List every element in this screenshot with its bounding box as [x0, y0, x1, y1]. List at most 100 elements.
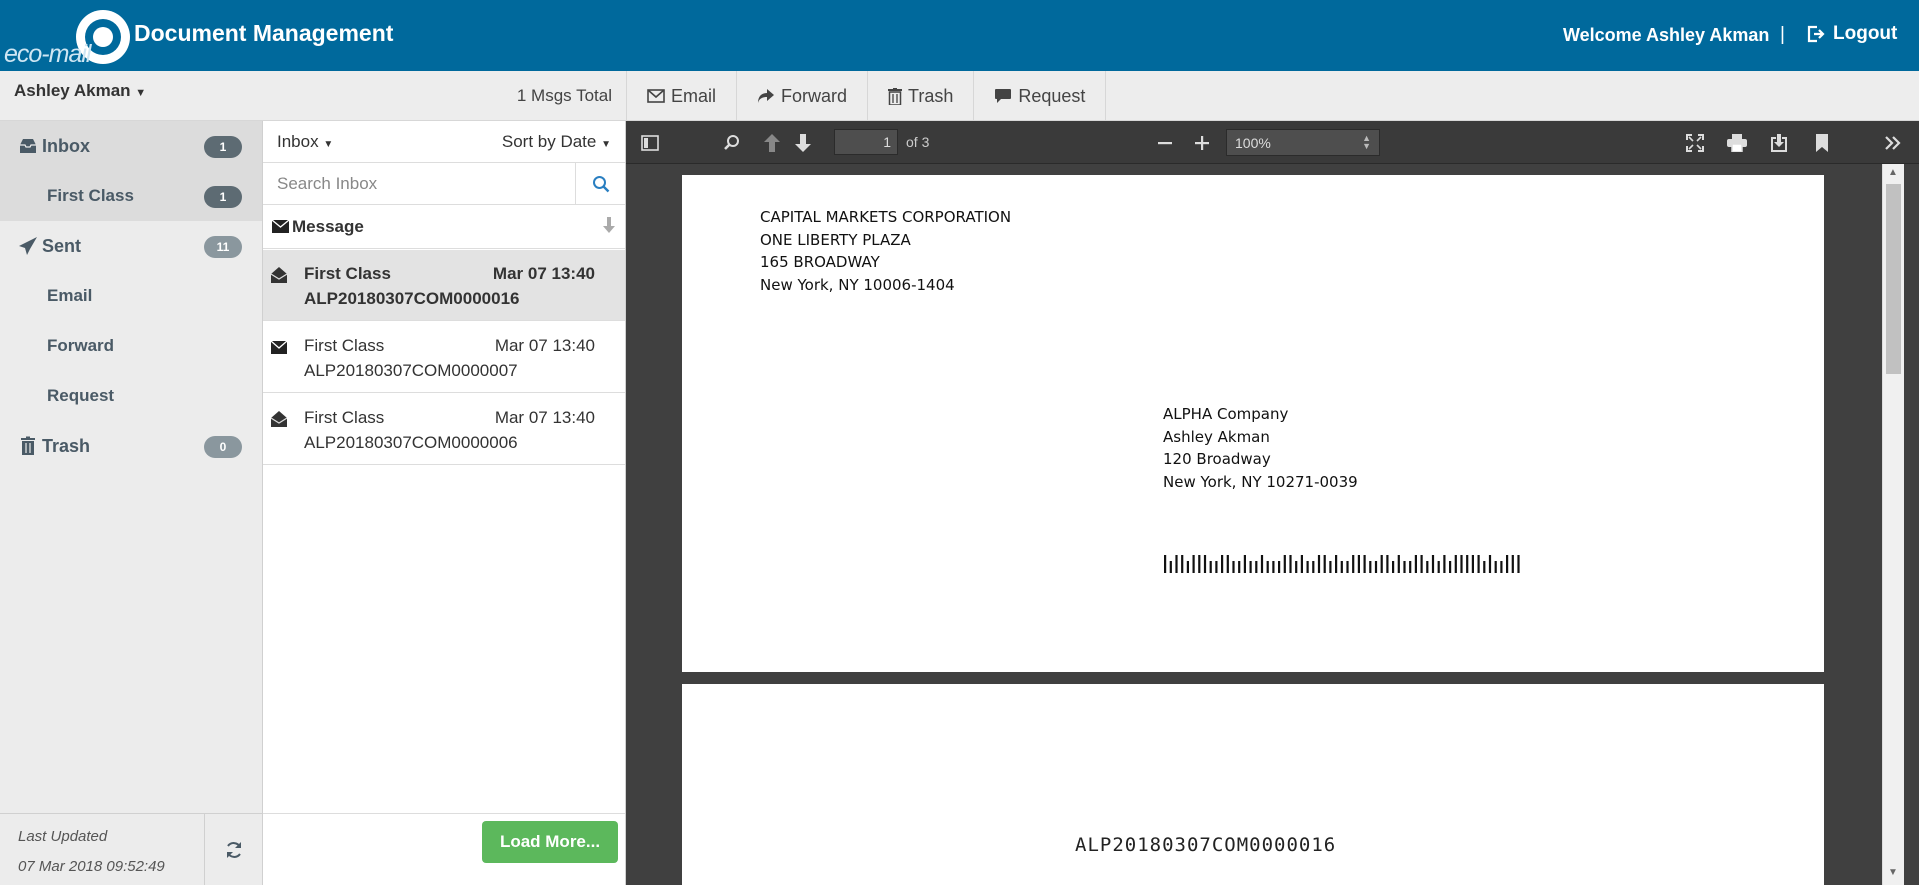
header-separator: | [1780, 24, 1785, 45]
search-button[interactable] [576, 163, 625, 204]
action-bar: Ashley Akman ▼ 1 Msgs Total Email Forwar… [0, 71, 1919, 121]
zoom-select[interactable]: 100% ▲ ▼ [1226, 129, 1380, 156]
tools-button[interactable] [1882, 132, 1904, 154]
user-dropdown[interactable]: Ashley Akman ▼ [14, 81, 146, 101]
inbox-count-badge: 1 [204, 136, 242, 158]
envelope-icon [272, 220, 289, 233]
bookmark-icon [1816, 134, 1828, 152]
sidebar-item-sent[interactable]: Sent 11 [0, 221, 262, 271]
sidebar-item-label: Inbox [42, 135, 90, 156]
share-arrow-icon [758, 89, 775, 103]
inbox-tray-icon [20, 139, 36, 153]
print-button[interactable] [1726, 132, 1748, 154]
page-number-input[interactable] [834, 129, 898, 155]
message-row[interactable]: First Class Mar 07 13:40 ALP20180307COM0… [263, 322, 625, 393]
message-date: Mar 07 13:40 [494, 336, 595, 355]
minus-icon [1158, 142, 1172, 145]
search-input[interactable] [263, 163, 576, 204]
arrow-down-icon [795, 134, 811, 152]
email-button[interactable]: Email [626, 71, 736, 121]
caret-down-icon: ▼ [323, 139, 334, 150]
logout-button[interactable]: Logout [1805, 23, 1897, 45]
forward-button[interactable]: Forward [736, 71, 867, 121]
app-header: eco-mail Document Management Welcome Ash… [0, 0, 1919, 71]
viewer-scrollbar[interactable]: ▲ ▼ [1882, 164, 1904, 885]
message-row[interactable]: First Class Mar 07 13:40 ALP20180307COM0… [263, 394, 625, 465]
recipient-line: Ashley Akman [1163, 427, 1270, 446]
pdf-page-1: CAPITAL MARKETS CORPORATION ONE LIBERTY … [682, 175, 1824, 672]
recipient-line: ALPHA Company [1163, 405, 1289, 423]
welcome-text: Welcome Ashley Akman [1563, 25, 1770, 45]
bookmark-button[interactable] [1811, 132, 1833, 154]
scroll-down-icon[interactable]: ▼ [1888, 867, 1898, 878]
message-id: ALP20180307COM0000016 [304, 289, 520, 308]
sender-address: CAPITAL MARKETS CORPORATION ONE LIBERTY … [760, 206, 1011, 296]
sort-dropdown[interactable]: Sort by Date ▼ [502, 132, 611, 152]
sender-line: New York, NY 10006-1404 [760, 275, 955, 294]
logout-icon [1807, 25, 1825, 43]
previous-page-button[interactable] [761, 132, 783, 154]
printer-icon [1727, 134, 1747, 152]
download-button[interactable] [1768, 132, 1790, 154]
postal-barcode [1164, 555, 1520, 573]
pdf-toolbar: of 3 100% ▲▼ [626, 121, 1919, 164]
message-actions: Email Forward Trash Request [626, 71, 1107, 121]
first-class-count-badge: 1 [204, 186, 242, 208]
document-id: ALP20180307COM0000016 [1075, 834, 1337, 856]
eco-mail-logo[interactable]: eco-mail [4, 8, 130, 68]
find-button[interactable] [721, 132, 743, 154]
request-button[interactable]: Request [973, 71, 1107, 121]
sidebar-item-inbox[interactable]: Inbox 1 [0, 121, 262, 171]
recipient-address: ALPHA Company Ashley Akman 120 Broadway … [1163, 403, 1358, 493]
search-icon [724, 135, 739, 150]
recipient-line: New York, NY 10271-0039 [1163, 472, 1358, 491]
message-date: Mar 07 13:40 [492, 264, 595, 283]
refresh-button[interactable] [204, 814, 262, 885]
trash-button-label: Trash [908, 85, 954, 106]
logout-label: Logout [1833, 23, 1898, 44]
message-row[interactable]: First Class Mar 07 13:40 ALP20180307COM0… [263, 250, 625, 321]
folder-dropdown[interactable]: Inbox ▼ [277, 132, 333, 152]
sidebar-item-trash[interactable]: Trash 0 [0, 421, 262, 471]
scrollbar-thumb[interactable] [1886, 184, 1901, 374]
sidebar-item-label: Sent [42, 235, 82, 256]
zoom-in-button[interactable] [1191, 132, 1213, 154]
plus-icon [1195, 136, 1209, 150]
search-icon [592, 175, 609, 192]
list-footer: Load More... [263, 813, 625, 885]
request-button-label: Request [1018, 85, 1086, 106]
message-column-header[interactable]: Message [263, 205, 625, 249]
zoom-out-button[interactable] [1154, 132, 1176, 154]
list-header: Inbox ▼ Sort by Date ▼ [263, 121, 625, 163]
message-list-panel: Inbox ▼ Sort by Date ▼ Message First Cla… [263, 121, 626, 885]
sidebar-item-forward[interactable]: Forward [0, 321, 262, 371]
sender-line: CAPITAL MARKETS CORPORATION [760, 208, 1012, 226]
trash-icon [888, 87, 903, 105]
message-title: First Class [304, 336, 385, 355]
message-id: ALP20180307COM0000006 [304, 433, 518, 452]
next-page-button[interactable] [792, 132, 814, 154]
sidebar-item-first-class[interactable]: First Class 1 [0, 171, 262, 221]
comment-icon [995, 89, 1012, 103]
presentation-mode-button[interactable] [1684, 132, 1706, 154]
message-title: First Class [304, 264, 391, 283]
load-more-button[interactable]: Load More... [482, 821, 618, 863]
user-name: Ashley Akman [14, 81, 131, 100]
recipient-line: 120 Broadway [1163, 450, 1271, 468]
search-bar [263, 163, 625, 205]
app-title: Document Management [134, 20, 394, 46]
scroll-up-icon[interactable]: ▲ [1888, 167, 1898, 178]
envelope-open-icon [271, 267, 287, 283]
pdf-viewer: of 3 100% ▲▼ CAPITAL MARKETS CORPORATION [626, 121, 1919, 885]
last-updated-panel: Last Updated 07 Mar 2018 09:52:49 [0, 813, 262, 885]
logo-text: eco-mail [4, 40, 91, 68]
sidebar-item-request[interactable]: Request [0, 371, 262, 421]
sent-count-badge: 11 [204, 236, 242, 258]
zoom-value: 100% [1235, 134, 1271, 151]
trash-button[interactable]: Trash [867, 71, 973, 121]
select-arrows-icon: ▲ ▼ [1362, 133, 1371, 151]
sidebar-item-email[interactable]: Email [0, 271, 262, 321]
trash-count-badge: 0 [204, 436, 242, 458]
sidebar-toggle-button[interactable] [639, 132, 661, 154]
page-total: of 3 [906, 134, 930, 150]
